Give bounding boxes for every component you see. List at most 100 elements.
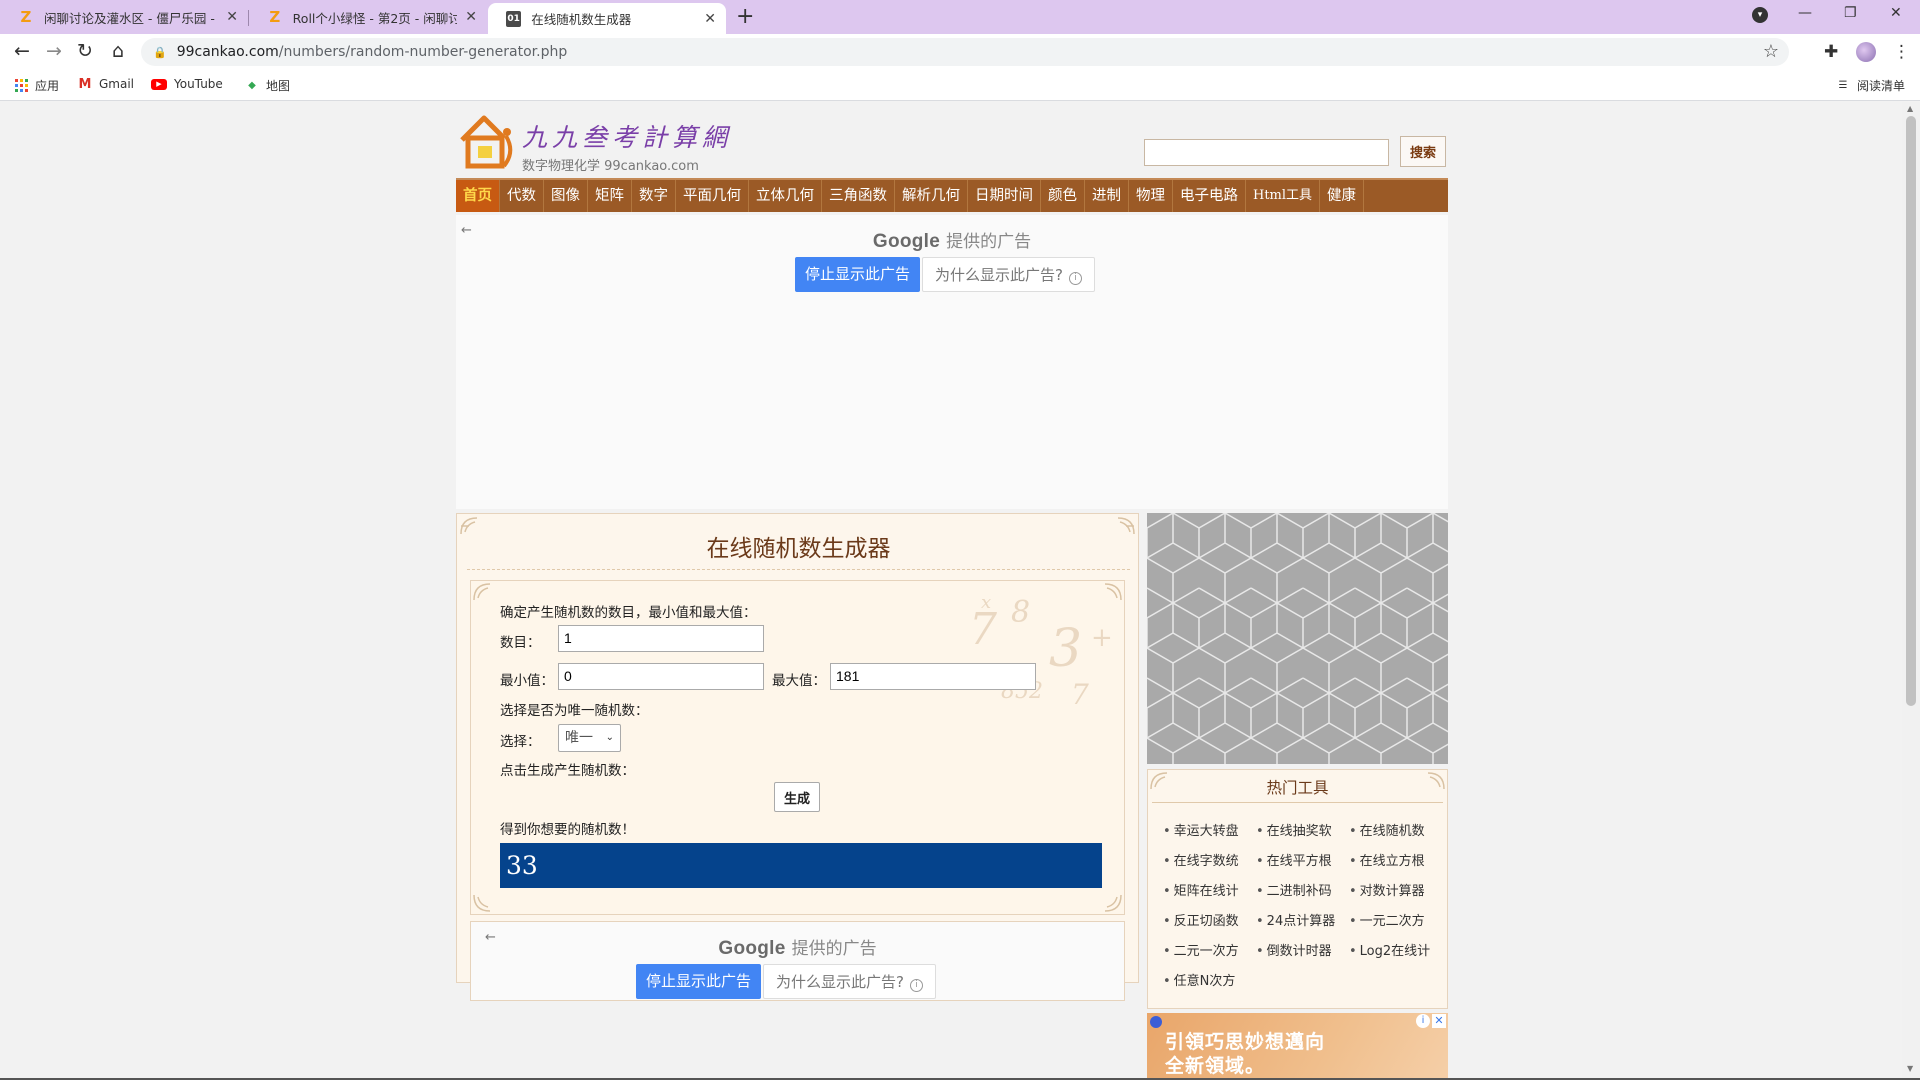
hot-tool-link[interactable]: 在线抽奖软 <box>1256 820 1332 839</box>
lock-icon[interactable]: 🔒 <box>153 46 167 59</box>
tab-search-icon[interactable]: ▾ <box>1752 7 1768 23</box>
site-logo[interactable]: 九九叁考計算網 数字物理化学 99cankao.com <box>458 112 732 174</box>
select-label: 选择： <box>500 734 541 750</box>
apps-grid-icon <box>14 79 28 93</box>
page-title: 在线随机数生成器 <box>706 536 891 562</box>
site-header: 九九叁考計算網 数字物理化学 99cankao.com 搜索 <box>456 102 1448 178</box>
nav-analytic-geometry[interactable]: 解析几何 <box>895 180 968 212</box>
hot-tool-link[interactable]: 矩阵在线计 <box>1163 880 1239 899</box>
hot-tool-link[interactable]: 幸运大转盘 <box>1163 820 1239 839</box>
max-input[interactable]: 181 <box>830 663 1036 690</box>
result-output[interactable]: 33 <box>500 843 1102 888</box>
nav-datetime[interactable]: 日期时间 <box>968 180 1041 212</box>
sidebar-ad[interactable]: i ✕ 引領巧思妙想邁向 全新領域。 <box>1147 1013 1448 1078</box>
nav-base[interactable]: 进制 <box>1085 180 1129 212</box>
reading-list[interactable]: ☰ 阅读清单 <box>1836 77 1906 94</box>
bookmark-label: 地图 <box>266 79 291 93</box>
bookmark-maps[interactable]: ◆ 地图 <box>245 77 290 94</box>
hot-tool-link[interactable]: 24点计算器 <box>1256 910 1336 929</box>
ad-banner-inline: ← Google 提供的广告 停止显示此广告 为什么显示此广告? i <box>470 921 1125 1001</box>
tab-title: 闲聊讨论及灌水区 - 僵尸乐园 - P <box>43 10 219 26</box>
stop-ad-button[interactable]: 停止显示此广告 <box>636 964 762 999</box>
hot-tool-link[interactable]: 在线字数统 <box>1163 850 1239 869</box>
nav-html-tools[interactable]: Html工具 <box>1246 180 1321 212</box>
hot-tool-link[interactable]: 二元一次方 <box>1163 940 1239 959</box>
close-icon[interactable]: ✕ <box>704 11 716 27</box>
max-label: 最大值： <box>772 673 826 689</box>
tab-3-active[interactable]: 01 在线随机数生成器 ✕ <box>488 3 726 34</box>
profile-avatar[interactable] <box>1856 42 1876 62</box>
why-ad-label: 为什么显示此广告? <box>935 266 1063 284</box>
bookmark-label: 应用 <box>35 79 60 93</box>
why-ad-button[interactable]: 为什么显示此广告? i <box>922 257 1095 292</box>
scroll-up-arrow-icon[interactable]: ▲ <box>1907 104 1913 113</box>
close-icon[interactable]: ✕ <box>465 9 477 25</box>
tab-2[interactable]: Z Roll个小绿怪 - 第2页 - 闲聊讨论 ✕ <box>249 0 487 34</box>
site-search-input[interactable] <box>1144 139 1389 166</box>
bookmark-label: YouTube <box>174 77 223 91</box>
home-icon[interactable]: ⌂ <box>106 40 130 62</box>
scroll-down-arrow-icon[interactable]: ▼ <box>1907 1064 1913 1073</box>
hot-tool-link[interactable]: 在线平方根 <box>1256 850 1332 869</box>
ad-attribution: Google 提供的广告 <box>471 934 1124 960</box>
nav-graph[interactable]: 图像 <box>544 180 588 212</box>
nav-plane-geometry[interactable]: 平面几何 <box>676 180 749 212</box>
hot-tool-link[interactable]: 一元二次方 <box>1349 910 1425 929</box>
count-input[interactable]: 1 <box>558 625 764 652</box>
ad-feedback-buttons: 停止显示此广告 为什么显示此广告? i <box>795 257 1095 292</box>
close-icon[interactable]: ✕ <box>226 9 238 25</box>
bookmark-youtube[interactable]: ▶ YouTube <box>151 77 223 91</box>
extensions-puzzle-icon[interactable]: ✚ <box>1824 42 1838 62</box>
sidebar-ad-line-1: 引領巧思妙想邁向 <box>1165 1031 1326 1053</box>
new-tab-icon[interactable]: + <box>736 4 754 29</box>
nav-solid-geometry[interactable]: 立体几何 <box>749 180 822 212</box>
nav-circuits[interactable]: 电子电路 <box>1173 180 1246 212</box>
hot-tool-link[interactable]: 在线随机数 <box>1349 820 1425 839</box>
unique-select[interactable]: 唯一 ⌄ <box>558 724 621 752</box>
page-scrollbar[interactable]: ▲ ▼ <box>1902 102 1920 1078</box>
hot-tool-link[interactable]: 对数计算器 <box>1349 880 1425 899</box>
scrollbar-thumb[interactable] <box>1906 116 1916 706</box>
tab-title: Roll个小绿怪 - 第2页 - 闲聊讨论 <box>292 10 458 26</box>
decorative-pattern <box>1147 513 1448 764</box>
ad-close-icon[interactable]: ✕ <box>1432 1014 1446 1028</box>
bookmark-gmail[interactable]: M Gmail <box>78 77 134 92</box>
tab-1[interactable]: Z 闲聊讨论及灌水区 - 僵尸乐园 - P ✕ <box>0 0 248 34</box>
generate-button[interactable]: 生成 <box>774 782 820 812</box>
hot-tool-link[interactable]: 在线立方根 <box>1349 850 1425 869</box>
nav-algebra[interactable]: 代数 <box>500 180 544 212</box>
nav-matrix[interactable]: 矩阵 <box>588 180 632 212</box>
reading-list-label: 阅读清单 <box>1857 79 1906 93</box>
hot-tool-link[interactable]: 倒数计时器 <box>1256 940 1332 959</box>
hot-tools-divider <box>1152 802 1443 803</box>
nav-home[interactable]: 首页 <box>456 180 500 212</box>
forward-arrow-icon[interactable]: → <box>42 40 66 62</box>
back-arrow-icon[interactable]: ← <box>10 40 34 62</box>
nav-trigonometry[interactable]: 三角函数 <box>822 180 895 212</box>
stop-ad-button[interactable]: 停止显示此广告 <box>795 257 921 292</box>
minimize-icon[interactable]: — <box>1798 5 1812 21</box>
menu-dots-icon[interactable]: ⋮ <box>1893 42 1910 62</box>
bookmark-apps[interactable]: 应用 <box>14 77 59 94</box>
nav-numbers[interactable]: 数字 <box>632 180 676 212</box>
site-search-button[interactable]: 搜索 <box>1400 136 1446 167</box>
site-favicon-icon: Z <box>20 8 32 26</box>
ad-info-icon[interactable]: i <box>1416 1014 1430 1028</box>
window-close-icon[interactable]: ✕ <box>1890 5 1902 21</box>
address-bar[interactable]: 🔒 99cankao.com/numbers/random-number-gen… <box>141 38 1789 66</box>
nav-health[interactable]: 健康 <box>1320 180 1365 212</box>
page-container: 九九叁考計算網 数字物理化学 99cankao.com 搜索 首页 代数 图像 … <box>456 102 1448 1078</box>
min-input[interactable]: 0 <box>558 663 764 690</box>
nav-color[interactable]: 颜色 <box>1041 180 1085 212</box>
bookmark-star-icon[interactable]: ☆ <box>1763 41 1779 62</box>
hot-tool-link[interactable]: Log2在线计 <box>1349 940 1431 959</box>
restore-icon[interactable]: ❐ <box>1844 5 1857 21</box>
reload-icon[interactable]: ↻ <box>73 40 97 62</box>
hot-tool-link[interactable]: 任意N次方 <box>1163 970 1236 989</box>
hot-tool-link[interactable]: 二进制补码 <box>1256 880 1332 899</box>
info-icon: i <box>909 979 923 992</box>
why-ad-button[interactable]: 为什么显示此广告? i <box>763 964 936 999</box>
nav-physics[interactable]: 物理 <box>1129 180 1173 212</box>
hot-tool-link[interactable]: 反正切函数 <box>1163 910 1239 929</box>
info-icon: i <box>1068 272 1082 285</box>
